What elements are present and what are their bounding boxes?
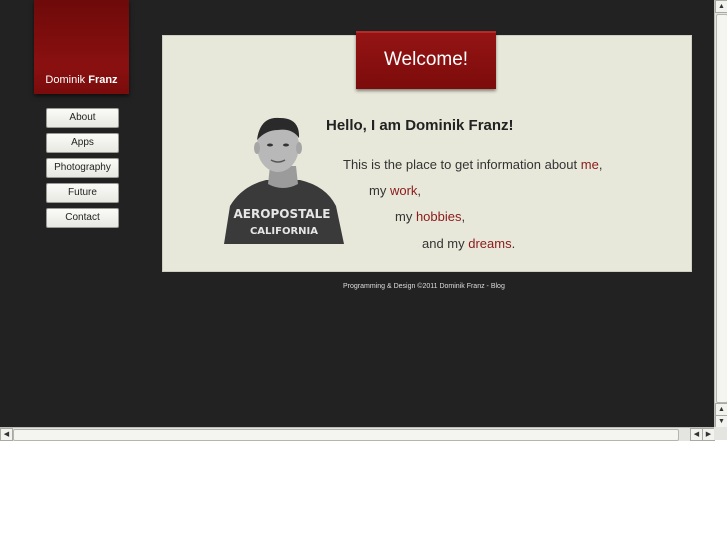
welcome-banner: Welcome! xyxy=(356,31,496,89)
logo-ribbon[interactable]: Dominik Franz xyxy=(34,0,129,94)
scrollbar-corner xyxy=(714,427,727,440)
link-work[interactable]: work xyxy=(390,183,417,198)
horizontal-scroll-thumb[interactable] xyxy=(13,429,679,441)
horizontal-scrollbar[interactable]: ◀ ◀ ▶ xyxy=(0,427,715,441)
intro-line-3: my hobbies, xyxy=(395,209,465,224)
site-name-first: Dominik xyxy=(45,74,86,86)
vertical-scrollbar[interactable]: ▲ ▲ ▼ xyxy=(714,0,727,428)
intro-line-1: This is the place to get information abo… xyxy=(343,157,602,172)
intro-line-4: and my dreams. xyxy=(422,236,515,251)
nav-photography-button[interactable]: Photography xyxy=(46,158,119,178)
nav-apps-button[interactable]: Apps xyxy=(46,133,119,153)
intro-text-4: and my xyxy=(422,236,469,251)
link-hobbies[interactable]: hobbies xyxy=(416,209,462,224)
scroll-up-icon[interactable]: ▲ xyxy=(715,0,727,13)
intro-text-2: my xyxy=(369,183,390,198)
intro-end-4: . xyxy=(511,236,516,251)
site-name: Dominik Franz xyxy=(34,74,129,86)
intro-end-2: , xyxy=(417,183,422,198)
footer-blog-link[interactable]: Blog xyxy=(491,283,505,290)
link-me[interactable]: me xyxy=(581,157,599,172)
site-name-last: Franz xyxy=(88,74,118,86)
intro-text-1: This is the place to get information abo… xyxy=(343,157,581,172)
shirt-text-top: AEROPOSTALE xyxy=(234,207,331,221)
scroll-left-icon[interactable]: ◀ xyxy=(0,428,13,441)
headline: Hello, I am Dominik Franz! xyxy=(326,117,514,134)
vertical-scroll-thumb[interactable] xyxy=(716,14,727,403)
nav-future-button[interactable]: Future xyxy=(46,183,119,203)
nav-contact-button[interactable]: Contact xyxy=(46,208,119,228)
intro-end-1: , xyxy=(598,157,603,172)
intro-line-2: my work, xyxy=(369,183,421,198)
footer-copyright: Programming & Design ©2011 Dominik Franz xyxy=(343,283,485,290)
shirt-text-bottom: CALIFORNIA xyxy=(250,226,318,237)
footer: Programming & Design ©2011 Dominik Franz… xyxy=(343,283,505,290)
intro-text-3: my xyxy=(395,209,416,224)
page-viewport: Dominik Franz About Apps Photography Fut… xyxy=(0,0,714,427)
link-dreams[interactable]: dreams xyxy=(468,236,511,251)
intro-end-3: , xyxy=(461,209,466,224)
nav-about-button[interactable]: About xyxy=(46,108,119,128)
